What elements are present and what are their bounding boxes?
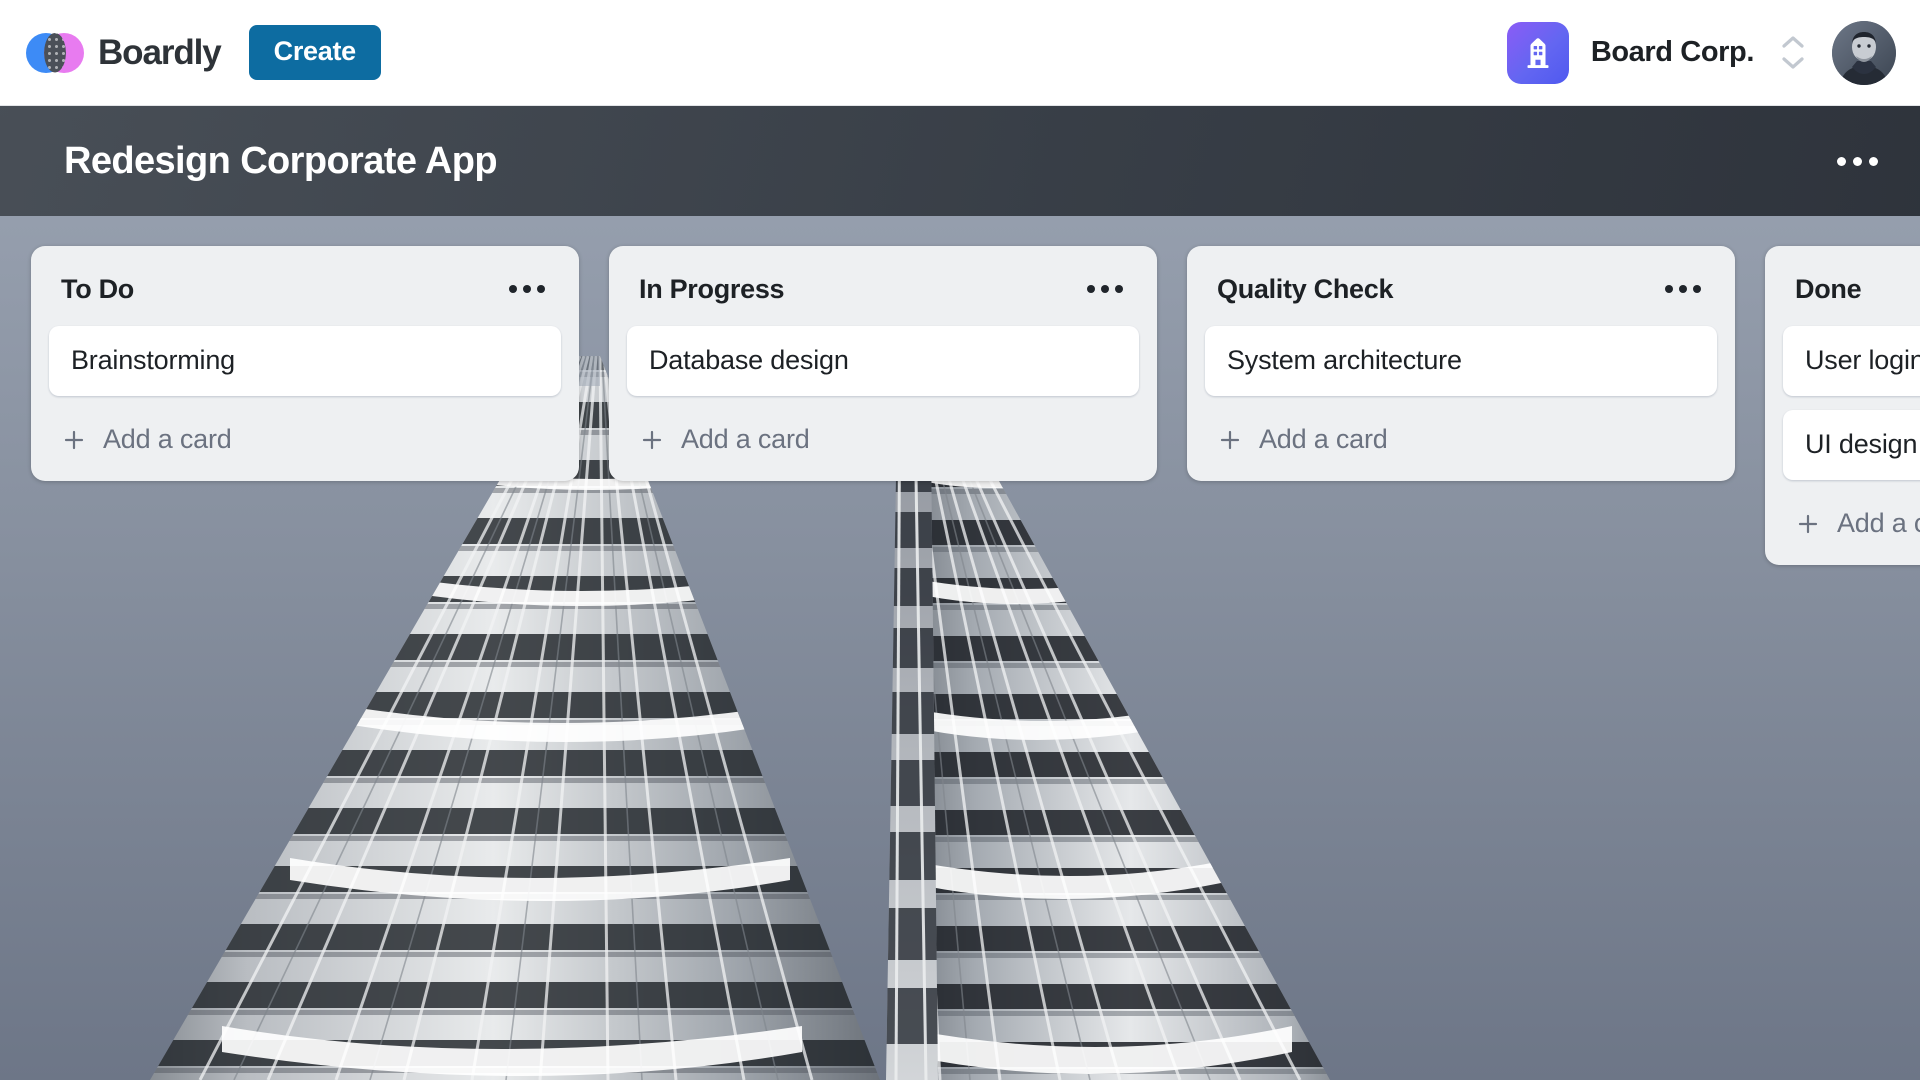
add-card-label: Add a card [1259, 424, 1388, 454]
add-card-label: Add a card [1837, 508, 1920, 538]
board-card[interactable]: UI design [1783, 410, 1920, 480]
card-list: System architecture [1205, 326, 1717, 396]
venn-circles-logo-icon [26, 31, 84, 75]
board-column: To Do Brainstorming Add a card [31, 246, 579, 481]
card-list: User login UI design [1783, 326, 1920, 480]
user-avatar[interactable] [1832, 20, 1896, 85]
board-column: Quality Check System architecture Add a ca… [1187, 246, 1735, 481]
column-menu-ellipsis-icon[interactable] [505, 275, 549, 303]
board-card[interactable]: Database design [627, 326, 1139, 396]
org-switcher[interactable]: Board Corp. [1506, 21, 1810, 84]
brand-name: Boardly [98, 32, 222, 72]
column-header: To Do [49, 262, 561, 316]
column-header: Done [1783, 262, 1920, 316]
column-header: Quality Check [1205, 262, 1717, 316]
board-column: In Progress Database design Add a card [609, 246, 1157, 481]
add-card-button[interactable]: Add a card [1783, 502, 1920, 545]
column-title: Done [1795, 273, 1862, 304]
plus-icon [61, 427, 87, 453]
building-icon [1506, 21, 1569, 84]
board-columns-area: To Do Brainstorming Add a card In Progress D… [0, 216, 1920, 1080]
add-card-button[interactable]: Add a card [627, 418, 1139, 461]
add-card-button[interactable]: Add a card [1205, 418, 1717, 461]
board-card[interactable]: Brainstorming [49, 326, 561, 396]
column-header: In Progress [627, 262, 1139, 316]
add-card-button[interactable]: Add a card [49, 418, 561, 461]
card-list: Database design [627, 326, 1139, 396]
board-title: Redesign Corporate App [64, 139, 498, 182]
column-title: In Progress [639, 273, 785, 304]
board-card[interactable]: User login [1783, 326, 1920, 396]
add-card-label: Add a card [681, 424, 810, 454]
app-root: Boardly Create Board Corp. Redesign Corp… [0, 0, 1920, 1080]
column-menu-ellipsis-icon[interactable] [1661, 275, 1705, 303]
board-card[interactable]: System architecture [1205, 326, 1717, 396]
top-navigation-bar: Boardly Create Board Corp. [0, 0, 1920, 106]
column-menu-ellipsis-icon[interactable] [1083, 275, 1127, 303]
brand-logo-group[interactable]: Boardly [26, 31, 222, 75]
board-menu-ellipsis-icon[interactable] [1831, 147, 1884, 176]
plus-icon [1795, 511, 1821, 537]
card-list: Brainstorming [49, 326, 561, 396]
plus-icon [1217, 427, 1243, 453]
plus-icon [639, 427, 665, 453]
add-card-label: Add a card [103, 424, 232, 454]
org-name: Board Corp. [1590, 36, 1755, 68]
create-button[interactable]: Create [248, 25, 381, 80]
column-title: To Do [61, 273, 134, 304]
chevron-up-down-icon[interactable] [1776, 36, 1810, 69]
column-title: Quality Check [1217, 273, 1394, 304]
board-title-bar: Redesign Corporate App [0, 106, 1920, 216]
board-column: Done User login UI design Add a card [1765, 246, 1920, 565]
